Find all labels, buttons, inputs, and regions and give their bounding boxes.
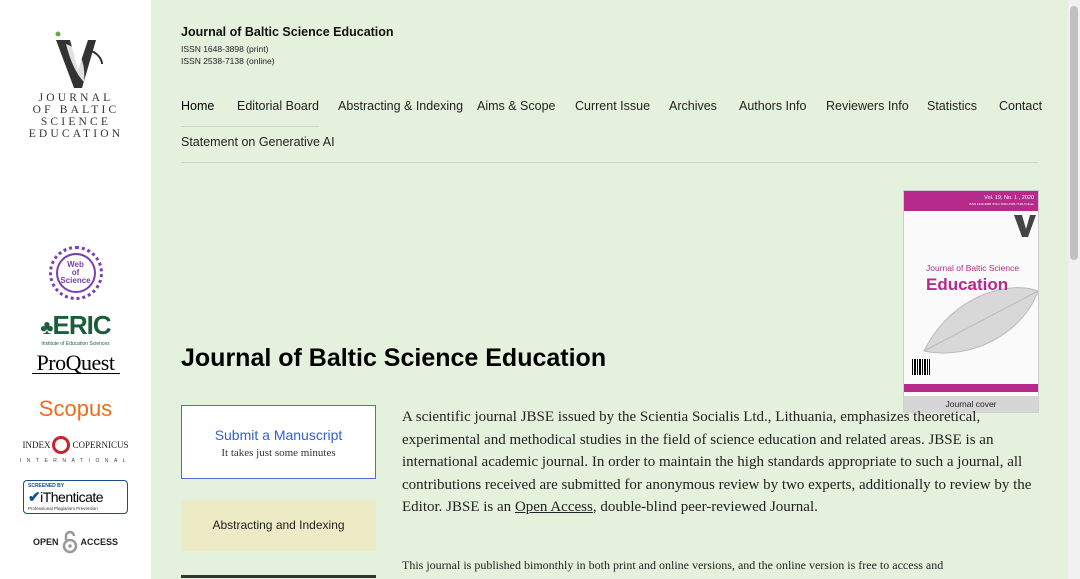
- cover-title-small: Journal of Baltic Science: [926, 263, 1020, 273]
- tree-icon: ♣: [40, 317, 53, 339]
- web-of-science-logo[interactable]: Web of Science: [0, 246, 151, 300]
- nav-authors-info[interactable]: Authors Info: [739, 99, 806, 113]
- proquest-logo[interactable]: ProQuest: [0, 350, 151, 375]
- nav-abstracting-indexing[interactable]: Abstracting & Indexing: [338, 99, 463, 113]
- intro-text-end: , double-blind peer-reviewed Journal.: [592, 499, 818, 515]
- checkmark-icon: ✔: [28, 489, 41, 506]
- nav-statement-generative-ai[interactable]: Statement on Generative AI: [181, 135, 335, 149]
- journal-cover-image[interactable]: Vol. 19, No. 1 , 2020 ISSN 1648-3898 /Pr…: [903, 190, 1039, 413]
- open-text: OPEN: [32, 537, 59, 547]
- submit-manuscript-button[interactable]: Submit a Manuscript It takes just some m…: [181, 405, 376, 479]
- nav-statistics[interactable]: Statistics: [927, 99, 977, 113]
- logo-text-line: OF BALTIC: [32, 104, 120, 116]
- ithenticate-text: iThenticate: [40, 489, 104, 505]
- cover-top-band: Vol. 19, No. 1 , 2020 ISSN 1648-3898 /Pr…: [904, 191, 1038, 211]
- open-access-logo[interactable]: OPEN ACCESS: [0, 530, 151, 554]
- header-journal-title: Journal of Baltic Science Education: [181, 25, 394, 39]
- ithenticate-sub: Professional Plagiarism Prevention: [28, 506, 98, 511]
- journal-logo[interactable]: JOURNAL OF BALTIC SCIENCE EDUCATION: [26, 30, 126, 140]
- eric-text: ERIC: [52, 310, 112, 340]
- sidebar-box-divider: [181, 575, 376, 578]
- scopus-logo[interactable]: Scopus: [0, 396, 151, 422]
- ithenticate-logo[interactable]: SCREENED BY ✔iThenticate Professional Pl…: [23, 480, 128, 514]
- intro-paragraph: A scientific journal JBSE issued by the …: [402, 406, 1042, 519]
- nav-bottom-divider: [181, 162, 1038, 163]
- journal-logo-icon: [55, 31, 103, 88]
- eric-subtitle: Institute of Education Sciences: [41, 341, 110, 347]
- nav-contact[interactable]: Contact: [999, 99, 1042, 113]
- publication-paragraph: This journal is published bimonthly in b…: [402, 558, 944, 572]
- nav-archives[interactable]: Archives: [669, 99, 717, 113]
- wos-text: Science: [60, 276, 91, 285]
- nav-home[interactable]: Home: [181, 99, 214, 113]
- nav-reviewers-info[interactable]: Reviewers Info: [826, 99, 909, 113]
- cover-bottom-band: [904, 384, 1038, 392]
- left-sidebar: JOURNAL OF BALTIC SCIENCE EDUCATION Web …: [0, 0, 151, 579]
- cover-title-big: Education: [926, 275, 1009, 294]
- nav-aims-scope[interactable]: Aims & Scope: [477, 99, 556, 113]
- access-text: ACCESS: [80, 537, 119, 547]
- issn-online: ISSN 2538-7138 (online): [181, 56, 275, 66]
- submit-title: Submit a Manuscript: [214, 427, 343, 443]
- index-copernicus-logo[interactable]: INDEX COPERNICUS INTERNATIONAL: [0, 436, 151, 464]
- open-lock-icon: [62, 530, 77, 554]
- nav-editorial-board[interactable]: Editorial Board: [237, 99, 319, 113]
- logo-text-line: JOURNAL: [38, 92, 114, 104]
- nav-current-issue[interactable]: Current Issue: [575, 99, 650, 113]
- scrollbar[interactable]: [1068, 0, 1080, 579]
- copernicus-left-text: INDEX: [22, 440, 51, 450]
- abstracting-indexing-button[interactable]: Abstracting and Indexing: [181, 500, 376, 551]
- copernicus-right-text: COPERNICUS: [72, 440, 129, 450]
- cover-issn: ISSN 1648-3898 /Print/ ISSN 2538-7138 /O…: [968, 202, 1034, 206]
- submit-subtitle: It takes just some minutes: [221, 447, 336, 459]
- nav-divider: [181, 126, 319, 127]
- open-access-link[interactable]: Open Access: [515, 499, 593, 515]
- eric-logo[interactable]: ♣ERIC Institute of Education Sciences: [0, 312, 151, 347]
- barcode-icon: [912, 359, 930, 375]
- logo-text-line: SCIENCE: [40, 116, 112, 128]
- issn-print: ISSN 1648-3898 (print): [181, 44, 269, 54]
- copernicus-sub: INTERNATIONAL: [19, 458, 132, 464]
- scrollbar-thumb[interactable]: [1070, 6, 1078, 260]
- logo-text-line: EDUCATION: [28, 128, 124, 140]
- page-title: Journal of Baltic Science Education: [181, 344, 607, 372]
- scopus-text: Scopus: [38, 396, 113, 421]
- copernicus-ring-icon: [52, 436, 71, 454]
- proquest-text: ProQuest: [36, 350, 115, 375]
